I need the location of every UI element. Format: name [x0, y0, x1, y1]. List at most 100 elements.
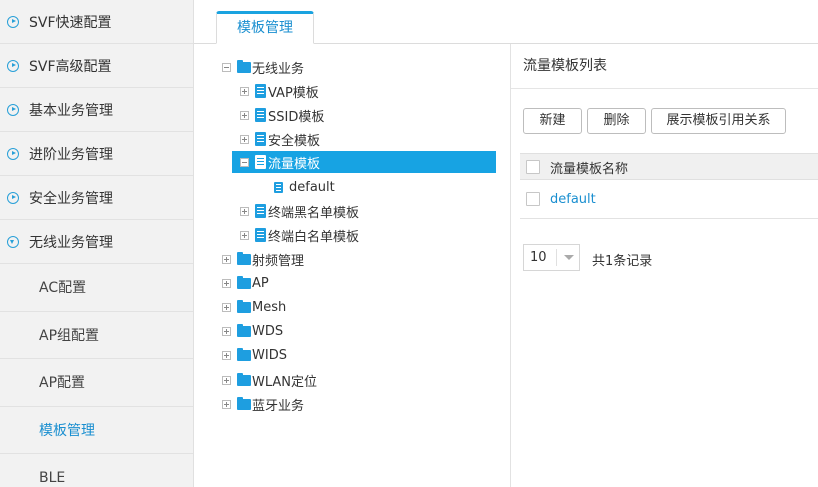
- new-button[interactable]: 新建: [523, 108, 582, 134]
- tree-node-ssid-template[interactable]: SSID模板: [240, 104, 324, 126]
- delete-button[interactable]: 删除: [587, 108, 646, 134]
- collapse-toggle-icon[interactable]: [240, 157, 249, 167]
- tree-node-whitelist-template[interactable]: 终端白名单模板: [240, 224, 359, 246]
- tree-node-vap-template[interactable]: VAP模板: [240, 80, 319, 102]
- tree-node-label: 流量模板: [268, 156, 321, 172]
- show-references-button[interactable]: 展示模板引用关系: [651, 108, 786, 134]
- expand-toggle-icon[interactable]: [222, 326, 231, 336]
- tree-node-radio-management[interactable]: 射频管理: [222, 248, 304, 270]
- sidebar-subitem-ble[interactable]: BLE: [0, 454, 193, 487]
- expand-toggle-icon[interactable]: [240, 110, 249, 120]
- tree-node-label: WLAN定位: [252, 374, 318, 390]
- tree-node-label: 射频管理: [252, 253, 305, 269]
- expand-toggle-icon[interactable]: [222, 254, 231, 264]
- sidebar-item-security-service[interactable]: 安全业务管理: [0, 176, 193, 220]
- sidebar-subitem-ac-config[interactable]: AC配置: [0, 264, 193, 312]
- tree-node-bluetooth-service[interactable]: 蓝牙业务: [222, 393, 304, 415]
- tree-node-blacklist-template[interactable]: 终端黑名单模板: [240, 200, 359, 222]
- tree-node-label: 终端白名单模板: [268, 229, 360, 245]
- expand-circle-icon: [7, 15, 19, 28]
- folder-icon: [237, 299, 251, 313]
- tree-node-label: default: [289, 179, 335, 195]
- sidebar-item-label: SVF高级配置: [29, 58, 112, 75]
- tree-node-label: 安全模板: [268, 133, 321, 149]
- sidebar-item-label: 基本业务管理: [29, 102, 113, 119]
- tree-node-security-template[interactable]: 安全模板: [240, 128, 320, 150]
- document-icon: [255, 84, 266, 98]
- tree-node-default[interactable]: default: [274, 176, 335, 198]
- collapse-toggle-icon[interactable]: [222, 62, 231, 72]
- folder-icon: [237, 323, 251, 337]
- expand-toggle-icon[interactable]: [222, 399, 231, 409]
- tree-node-traffic-template[interactable]: 流量模板: [232, 151, 496, 173]
- tree-node-label: Mesh: [252, 299, 287, 315]
- select-all-checkbox[interactable]: [526, 160, 540, 174]
- tab-template-management[interactable]: 模板管理: [216, 11, 314, 44]
- sidebar-subitem-ap-group-config[interactable]: AP组配置: [0, 312, 193, 360]
- sidebar-item-label: 进阶业务管理: [29, 146, 113, 163]
- sidebar-item-label: SVF快速配置: [29, 14, 112, 31]
- tree-node-ap[interactable]: AP: [222, 272, 269, 294]
- page-size-value: 10: [530, 250, 547, 265]
- sidebar: SVF快速配置 SVF高级配置 基本业务管理 进阶业务管理 安全业务管理 无线业…: [0, 0, 194, 487]
- table-row: default: [520, 181, 818, 219]
- table-header: 流量模板名称: [520, 153, 818, 180]
- panel-divider: [510, 44, 511, 487]
- chevron-down-icon: [564, 255, 574, 260]
- document-icon: [274, 181, 283, 193]
- document-icon: [255, 132, 266, 146]
- sidebar-item-wireless-service[interactable]: 无线业务管理: [0, 220, 193, 264]
- expand-toggle-icon[interactable]: [240, 86, 249, 96]
- sidebar-subitem-template-management[interactable]: 模板管理: [0, 407, 193, 455]
- folder-icon: [237, 396, 251, 410]
- folder-icon: [237, 347, 251, 361]
- select-separator: [556, 249, 557, 266]
- tree-node-label: WDS: [252, 323, 284, 339]
- tree-node-label: AP: [252, 275, 269, 291]
- expand-toggle-icon[interactable]: [222, 278, 231, 288]
- tree-node-mesh[interactable]: Mesh: [222, 296, 286, 318]
- expand-circle-icon: [7, 59, 19, 72]
- tree-node-wids[interactable]: WIDS: [222, 344, 287, 366]
- tree-node-label: 无线业务: [252, 61, 305, 77]
- template-name-link[interactable]: default: [550, 192, 596, 207]
- sidebar-item-advanced-service[interactable]: 进阶业务管理: [0, 132, 193, 176]
- tree-node-label: 蓝牙业务: [252, 398, 305, 414]
- collapse-circle-icon: [7, 235, 19, 248]
- expand-toggle-icon[interactable]: [240, 230, 249, 240]
- tab-bar: 模板管理: [194, 0, 818, 44]
- tree-node-label: VAP模板: [268, 85, 319, 101]
- folder-icon: [237, 251, 251, 265]
- expand-circle-icon: [7, 103, 19, 116]
- sidebar-item-svf-quick[interactable]: SVF快速配置: [0, 0, 193, 44]
- expand-toggle-icon[interactable]: [222, 375, 231, 385]
- sidebar-item-label: 无线业务管理: [29, 234, 113, 251]
- folder-icon: [237, 59, 251, 73]
- page-size-select[interactable]: 10: [523, 244, 580, 271]
- tree-node-label: 终端黑名单模板: [268, 205, 360, 221]
- expand-circle-icon: [7, 191, 19, 204]
- document-icon: [255, 204, 266, 218]
- sidebar-item-svf-advanced[interactable]: SVF高级配置: [0, 44, 193, 88]
- expand-toggle-icon[interactable]: [240, 206, 249, 216]
- expand-circle-icon: [7, 147, 19, 160]
- panel-divider-line: [511, 88, 818, 89]
- sidebar-item-basic-service[interactable]: 基本业务管理: [0, 88, 193, 132]
- document-icon: [255, 155, 266, 169]
- sidebar-subitem-ap-config[interactable]: AP配置: [0, 359, 193, 407]
- expand-toggle-icon[interactable]: [222, 302, 231, 312]
- tree-node-label: WIDS: [252, 347, 287, 363]
- column-header-template-name[interactable]: 流量模板名称: [550, 158, 628, 177]
- expand-toggle-icon[interactable]: [222, 350, 231, 360]
- document-icon: [255, 108, 266, 122]
- tree-node-wds[interactable]: WDS: [222, 320, 283, 342]
- panel-title: 流量模板列表: [523, 58, 607, 74]
- folder-icon: [237, 372, 251, 386]
- tree-node-label: SSID模板: [268, 109, 325, 125]
- expand-toggle-icon[interactable]: [240, 134, 249, 144]
- folder-icon: [237, 275, 251, 289]
- tree-node-wireless-service[interactable]: 无线业务: [222, 56, 304, 78]
- row-checkbox[interactable]: [526, 192, 540, 206]
- record-count: 共1条记录: [592, 254, 653, 269]
- tree-node-wlan-location[interactable]: WLAN定位: [222, 369, 317, 391]
